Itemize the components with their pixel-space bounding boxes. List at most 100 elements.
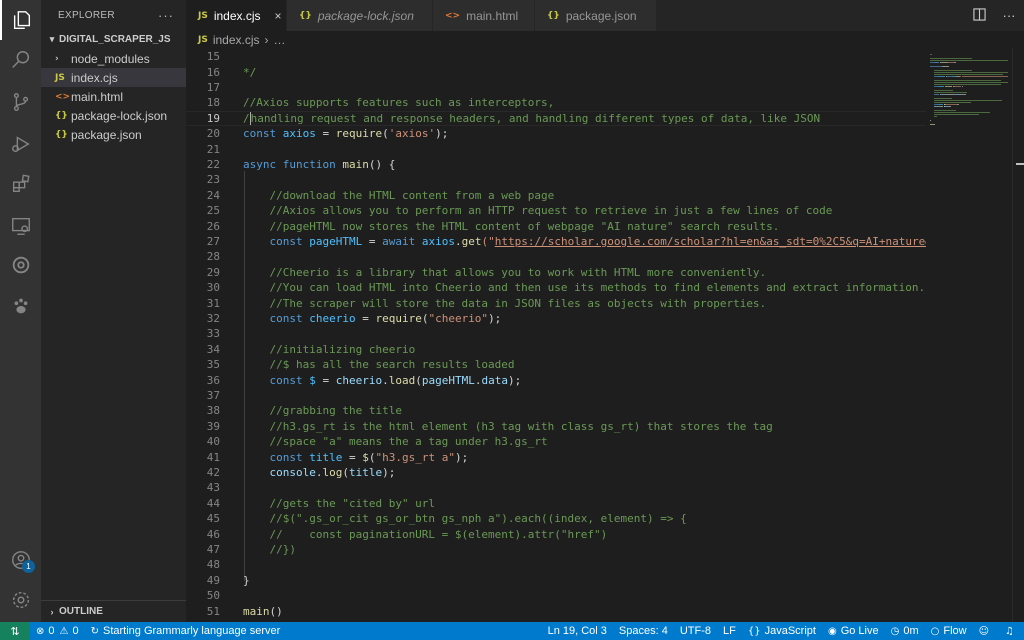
code-line[interactable]: 34 //initializing cheerio xyxy=(186,342,926,357)
code-line[interactable]: 33 xyxy=(186,326,926,341)
chevron-down-icon: ▾ xyxy=(49,34,55,44)
notifications-bell-icon[interactable]: ♫ xyxy=(999,626,1024,637)
outline-section[interactable]: › OUTLINE xyxy=(41,600,186,622)
code-line[interactable]: 51 main() xyxy=(186,603,926,618)
code-token: //space "a" means the a tag under h3.gs_… xyxy=(243,435,548,449)
code-line[interactable]: 42 console.log(title); xyxy=(186,465,926,480)
code-editor[interactable]: 15 16 */ 17 18 //Axios supports features such… xyxy=(186,48,926,622)
line-code: //gets the "cited by" url xyxy=(220,497,435,510)
flow-status[interactable]: ○ Flow xyxy=(925,625,973,637)
html-file-icon: <> xyxy=(55,91,71,102)
problems-indicator[interactable]: ⊗ 0 ⚠ 0 xyxy=(30,625,85,637)
tree-item-package-json[interactable]: {} package.json xyxy=(41,125,186,144)
account-icon[interactable]: 1 xyxy=(0,540,41,580)
workspace-folder[interactable]: ▾ DIGITAL_SCRAPER_JS xyxy=(41,30,186,49)
minimap[interactable] xyxy=(926,48,1012,622)
breadcrumb-symbol[interactable]: … xyxy=(274,33,286,47)
line-code: //$ has all the search results loaded xyxy=(220,358,515,372)
line-code: //Axios allows you to perform an HTTP re… xyxy=(220,204,832,217)
cursor-position[interactable]: Ln 19, Col 3 xyxy=(542,625,613,637)
code-token: $ xyxy=(362,450,369,464)
time-tracker[interactable]: ◷ 0m xyxy=(885,625,925,637)
code-token: cheerio xyxy=(309,311,356,325)
remote-indicator-icon[interactable]: ⇅ xyxy=(0,622,30,640)
code-line[interactable]: 25 //Axios allows you to perform an HTTP… xyxy=(186,203,926,218)
code-line[interactable]: 45 //$(".gs_or_cit gs_or_btn gs_nph a").… xyxy=(186,511,926,526)
split-editor-icon[interactable] xyxy=(972,7,986,24)
code-token: = xyxy=(315,373,336,387)
source-control-icon[interactable] xyxy=(0,82,41,122)
close-icon[interactable]: × xyxy=(275,9,282,23)
code-line[interactable]: 32 const cheerio = require("cheerio"); xyxy=(186,311,926,326)
indentation[interactable]: Spaces: 4 xyxy=(613,625,674,637)
code-line[interactable]: 49} xyxy=(186,573,926,588)
code-line[interactable]: 39 //h3.gs_rt is the html element (h3 ta… xyxy=(186,419,926,434)
code-line[interactable]: 36 const $ = cheerio.load(pageHTML.data)… xyxy=(186,372,926,387)
vertical-scrollbar[interactable] xyxy=(1012,48,1024,622)
tree-item-package-lock-json[interactable]: {} package-lock.json xyxy=(41,106,186,125)
breadcrumb: JS index.cjs › … xyxy=(186,31,1024,48)
tab-main-html[interactable]: <> main.html xyxy=(433,0,535,31)
language-mode[interactable]: {} JavaScript xyxy=(742,625,822,637)
code-line[interactable]: 27 const pageHTML = await axios.get("htt… xyxy=(186,234,926,249)
code-line[interactable]: 29 //Cheerio is a library that allows yo… xyxy=(186,265,926,280)
gitlens-icon[interactable] xyxy=(0,245,41,285)
code-token: //$ has all the search results loaded xyxy=(243,358,515,372)
grammarly-status[interactable]: ↻ Starting Grammarly language server xyxy=(85,625,287,637)
code-line[interactable]: 41 const title = $("h3.gs_rt a"); xyxy=(186,449,926,464)
breadcrumb-file[interactable]: index.cjs xyxy=(213,33,260,47)
code-line[interactable]: 15 xyxy=(186,49,926,64)
code-token: "h3.gs_rt a" xyxy=(375,450,455,464)
tree-item-main-html[interactable]: <> main.html xyxy=(41,87,186,106)
tab-index-cjs[interactable]: JS index.cjs × xyxy=(186,0,287,31)
remote-explorer-icon[interactable] xyxy=(0,206,41,246)
extensions-icon[interactable] xyxy=(0,164,41,204)
code-line[interactable]: 46 // const paginationURL = $(element).a… xyxy=(186,526,926,541)
tab-actions: ··· xyxy=(964,0,1024,31)
end-of-line[interactable]: LF xyxy=(717,625,742,637)
line-number: 47 xyxy=(206,542,220,556)
paw-icon[interactable] xyxy=(0,286,41,326)
code-token: const xyxy=(243,450,310,464)
code-line[interactable]: 28 xyxy=(186,249,926,264)
more-icon[interactable]: ··· xyxy=(1003,8,1016,23)
code-line[interactable]: 40 //space "a" means the a tag under h3.… xyxy=(186,434,926,449)
code-line[interactable]: 26 //pageHTML now stores the HTML conten… xyxy=(186,218,926,233)
code-line[interactable]: 38 //grabbing the title xyxy=(186,403,926,418)
chevron-right-icon: › xyxy=(55,53,59,64)
tree-item-node-modules[interactable]: › node_modules xyxy=(41,49,186,68)
code-line[interactable]: 37 xyxy=(186,388,926,403)
code-line[interactable]: 47 //}) xyxy=(186,542,926,557)
html-file-icon: <> xyxy=(445,10,461,21)
code-line[interactable]: 17 xyxy=(186,80,926,95)
feedback-icon[interactable]: ☺ xyxy=(973,626,999,637)
code-line[interactable]: 44 //gets the "cited by" url xyxy=(186,496,926,511)
tab-package-json[interactable]: {} package.json xyxy=(535,0,657,31)
code-line[interactable]: 30 //You can load HTML into Cheerio and … xyxy=(186,280,926,295)
code-line[interactable]: 24 //download the HTML content from a we… xyxy=(186,188,926,203)
tree-item-index-cjs[interactable]: JS index.cjs xyxy=(41,68,186,87)
line-number: 44 xyxy=(206,496,220,510)
code-line[interactable]: 35 //$ has all the search results loaded xyxy=(186,357,926,372)
settings-gear-icon[interactable] xyxy=(0,580,41,620)
encoding[interactable]: UTF-8 xyxy=(674,625,717,637)
minimap-line xyxy=(933,74,1003,75)
code-line[interactable]: 19/handling request and response headers… xyxy=(186,110,926,126)
go-live-button[interactable]: ◉ Go Live xyxy=(822,625,885,637)
code-line[interactable]: 21 xyxy=(186,141,926,156)
explorer-icon[interactable] xyxy=(0,0,41,40)
code-line[interactable]: 22 async function main() { xyxy=(186,157,926,172)
code-line[interactable]: 18 //Axios supports features such as inte… xyxy=(186,95,926,110)
code-line[interactable]: 43 xyxy=(186,480,926,495)
minimap-line xyxy=(930,54,932,55)
code-line[interactable]: 16 */ xyxy=(186,64,926,79)
code-line[interactable]: 20 const axios = require('axios'); xyxy=(186,126,926,141)
more-actions-icon[interactable]: ··· xyxy=(158,8,174,23)
code-line[interactable]: 31 //The scraper will store the data in … xyxy=(186,295,926,310)
run-debug-icon[interactable] xyxy=(0,124,41,164)
tab-package-lock-json[interactable]: {} package-lock.json xyxy=(287,0,433,31)
code-line[interactable]: 48 xyxy=(186,557,926,572)
search-icon[interactable] xyxy=(0,40,41,80)
code-line[interactable]: 50 xyxy=(186,588,926,603)
code-line[interactable]: 23 xyxy=(186,172,926,187)
